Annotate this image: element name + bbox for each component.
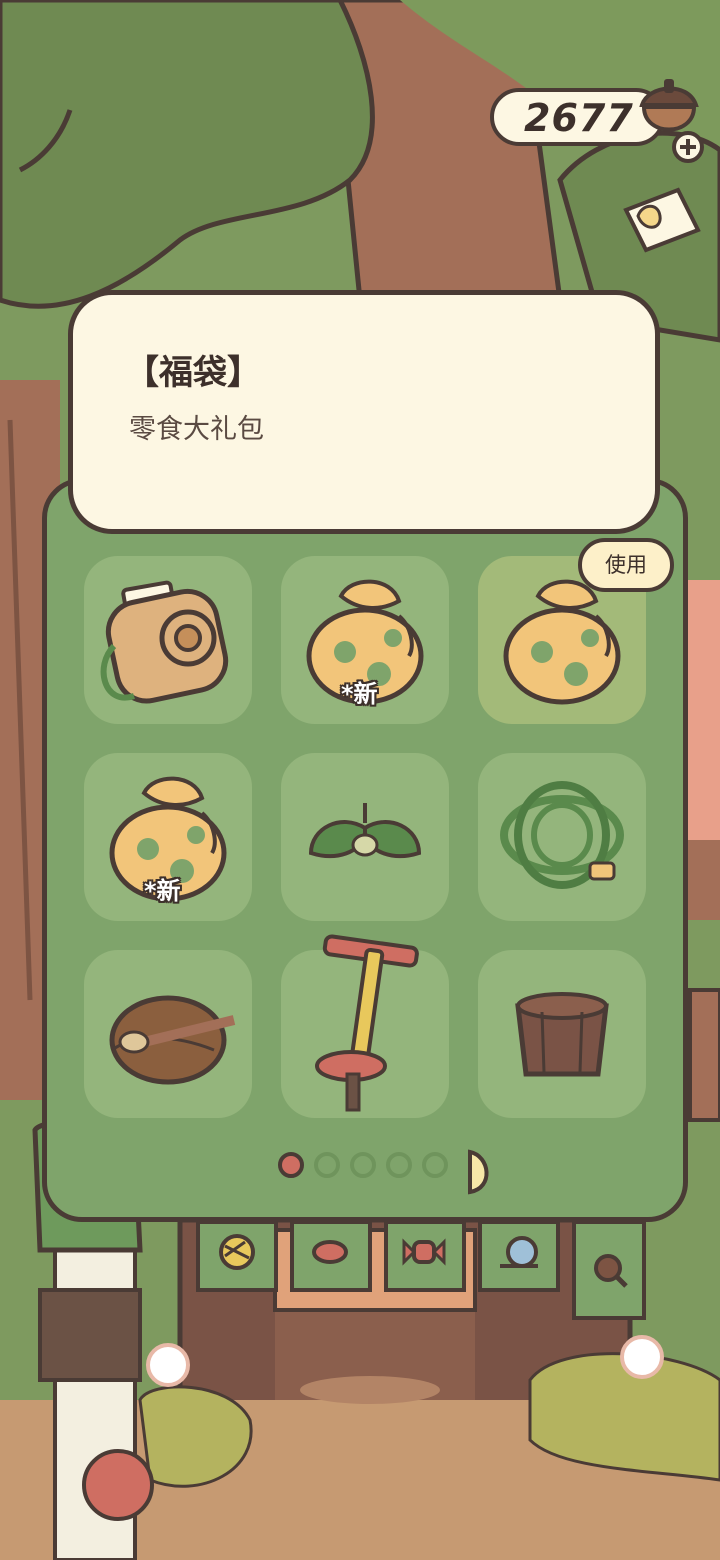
page-dot-4[interactable] <box>386 1152 412 1178</box>
plus-icon <box>672 131 704 163</box>
new-badge: *新 <box>341 680 378 708</box>
inventory-slot-8[interactable] <box>281 934 449 1118</box>
acorn-icon <box>639 79 699 132</box>
inventory-slot-1[interactable] <box>84 556 252 724</box>
item-info-card: 【福袋】 零食大礼包 <box>68 290 660 534</box>
page-dot-2[interactable] <box>314 1152 340 1178</box>
inventory-slot-7[interactable] <box>84 950 252 1118</box>
ticket-icon[interactable] <box>618 180 706 260</box>
inventory-slot-6[interactable] <box>478 753 646 921</box>
inventory-slot-5[interactable] <box>281 753 449 921</box>
wooden-bucket-icon <box>515 992 609 1077</box>
currency-amount: 2677 <box>524 96 634 140</box>
next-page-arrow-icon[interactable] <box>464 1148 496 1196</box>
rope-icon <box>500 781 624 889</box>
page-dot-5[interactable] <box>422 1152 448 1178</box>
camera-icon <box>100 580 229 704</box>
item-name: 【福袋】 <box>125 353 261 393</box>
bread-icon <box>109 995 236 1085</box>
inventory-slot-2[interactable]: *新 <box>281 556 449 724</box>
page-dot-1[interactable] <box>278 1152 304 1178</box>
use-button[interactable]: 使用 <box>578 538 674 592</box>
lamp-leaf-icon <box>308 803 422 859</box>
pickaxe-icon <box>315 934 419 1112</box>
item-description: 零食大礼包 <box>129 414 264 445</box>
inventory-slot-4[interactable]: *新 <box>84 753 252 921</box>
page-dot-3[interactable] <box>350 1152 376 1178</box>
acorn-add-button[interactable] <box>628 75 708 165</box>
page-indicator <box>278 1152 448 1178</box>
inventory-panel: *新 *新 <box>42 478 688 1222</box>
inventory-slot-9[interactable] <box>478 950 646 1118</box>
new-badge: *新 <box>144 877 181 905</box>
